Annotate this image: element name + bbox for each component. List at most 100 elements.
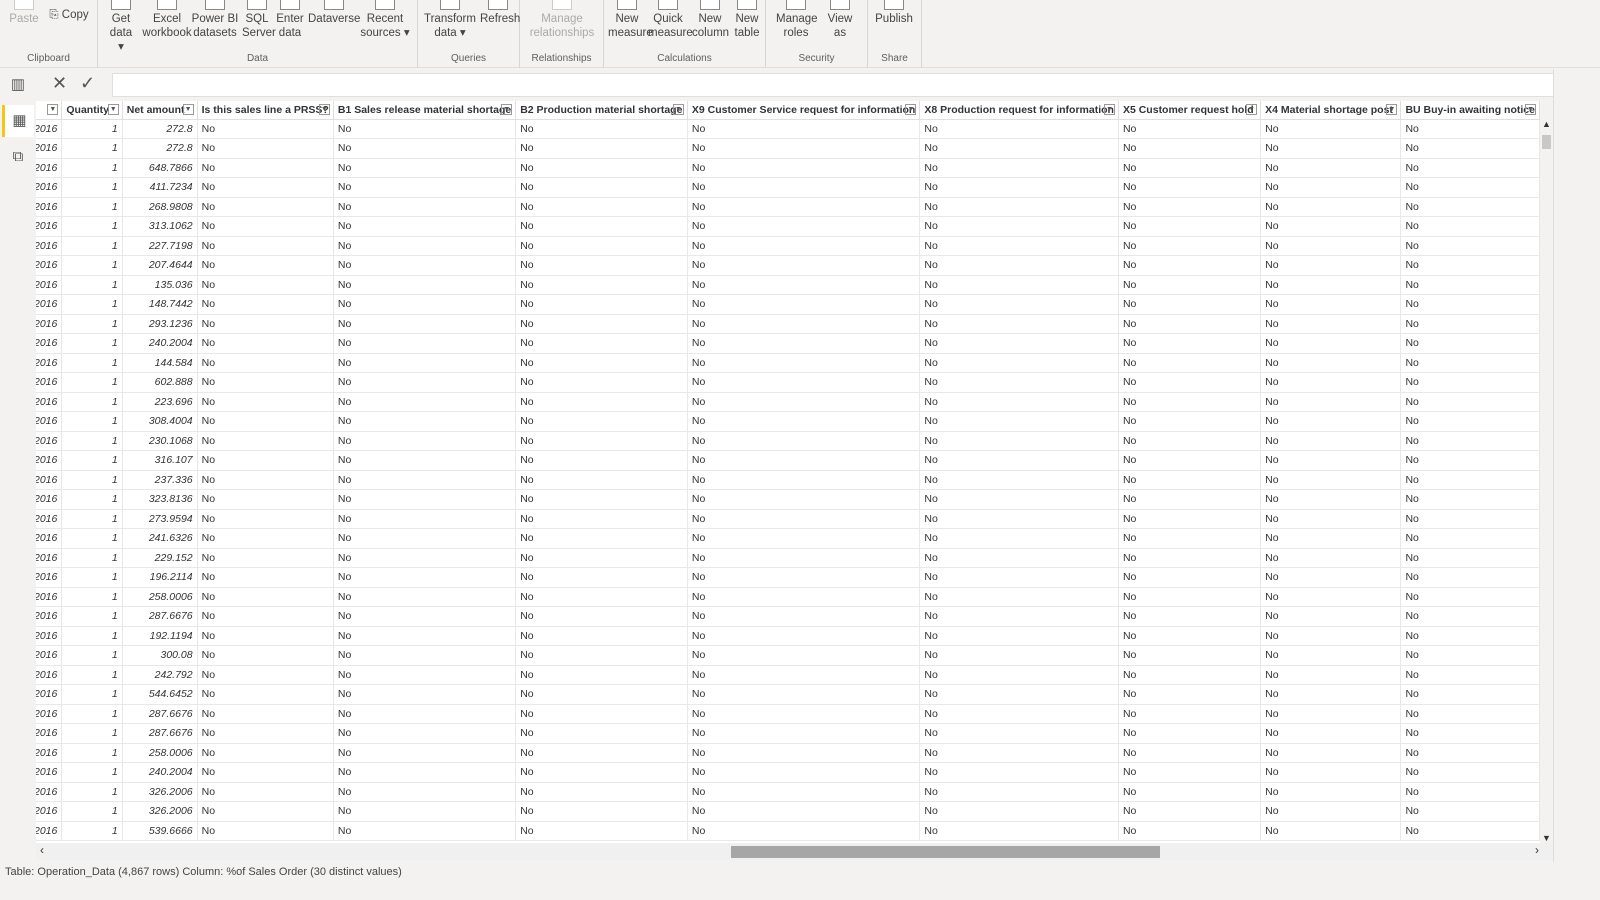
power-bi-datasets-button[interactable]: Power BI datasets — [190, 0, 240, 40]
column-header[interactable]: Net amount ▼ — [122, 101, 198, 120]
table-cell: No — [333, 723, 517, 744]
table-cell: 1 — [61, 411, 123, 432]
table-cell: No — [515, 587, 688, 607]
filter-dropdown-icon[interactable]: ▼ — [1103, 104, 1115, 115]
table-row: 2016 1 148.7442 No No No No No No No No — [36, 294, 1540, 315]
recent-sources-button[interactable]: Recent sources ▾ — [360, 0, 410, 40]
get-data-button[interactable]: Get data ▾ — [106, 0, 136, 54]
scroll-up-icon[interactable]: ▲ — [1540, 119, 1553, 129]
publish-button[interactable]: Publish — [874, 0, 914, 26]
column-title: X4 Material shortage post — [1265, 103, 1393, 116]
filter-dropdown-icon[interactable]: ▼ — [501, 104, 513, 115]
check-icon[interactable]: ✓ — [80, 73, 95, 94]
transform-data-button[interactable]: Transform data ▾ — [422, 0, 478, 40]
view-as-button[interactable]: View as — [822, 0, 858, 40]
enter-data-button[interactable]: Enter data — [276, 0, 304, 40]
table-cell: No — [515, 138, 688, 159]
table-cell: No — [687, 489, 921, 510]
table-cell: 326.2006 — [122, 801, 198, 822]
scroll-down-icon[interactable]: ▼ — [1540, 833, 1553, 843]
filter-dropdown-icon[interactable]: ▼ — [107, 104, 119, 115]
table-cell: No — [1260, 392, 1402, 412]
column-header[interactable]: X9 Customer Service request for informat… — [687, 101, 921, 120]
filter-dropdown-icon[interactable]: ▼ — [318, 104, 330, 115]
table-cell: 1 — [61, 489, 123, 510]
table-cell: 2016 — [36, 762, 63, 783]
vertical-scroll-thumb[interactable] — [1542, 135, 1551, 149]
ribbon-group-calculations: New measure Quick measure New column New ta… — [604, 0, 766, 68]
column-header[interactable]: B1 Sales release material shortage ▼ — [333, 101, 517, 120]
bar-chart-icon: ▥ — [10, 76, 26, 93]
table-cell: No — [687, 216, 921, 237]
model-view-button[interactable]: ⧉ — [2, 141, 34, 173]
filter-dropdown-icon[interactable]: ▼ — [182, 104, 194, 115]
table-cell: No — [1260, 762, 1402, 783]
table-cell: 1 — [61, 431, 123, 451]
formula-input[interactable] — [112, 73, 1586, 97]
table-cell: No — [919, 314, 1119, 334]
column-header[interactable]: X5 Customer request hold ▼ — [1118, 101, 1262, 120]
column-header[interactable]: Quantity ▼ — [61, 101, 123, 120]
vertical-scrollbar[interactable]: ▲ ▼ — [1540, 119, 1553, 843]
dataverse-button[interactable]: Dataverse — [308, 0, 360, 26]
report-view-button[interactable]: ▥ — [2, 69, 34, 101]
filter-dropdown-icon[interactable]: ▼ — [672, 104, 684, 115]
table-cell: 2016 — [36, 119, 63, 139]
table-cell: 1 — [61, 684, 123, 705]
paste-button[interactable]: Paste — [4, 0, 44, 26]
column-header[interactable]: BU Buy-in awaiting notice ▼ — [1400, 101, 1540, 120]
quick-measure-button[interactable]: Quick measure — [648, 0, 693, 40]
ribbon-icon — [830, 0, 850, 10]
table-cell: 2016 — [36, 314, 63, 334]
horizontal-scrollbar[interactable]: ‹ › — [36, 843, 1553, 860]
table-cell: No — [515, 314, 688, 334]
close-icon[interactable]: ✕ — [52, 73, 67, 94]
table-cell: 293.1236 — [122, 314, 198, 334]
column-header[interactable]: ▼ — [36, 101, 63, 120]
table-cell: No — [919, 431, 1119, 451]
new-table-button[interactable]: New table — [732, 0, 762, 40]
button-label: Manage relationships — [529, 13, 595, 39]
table-row: 2016 1 258.0006 No No No No No No No No — [36, 587, 1540, 607]
table-row: 2016 1 242.792 No No No No No No No No — [36, 665, 1540, 685]
filter-dropdown-icon[interactable]: ▼ — [1386, 104, 1398, 115]
new-column-button[interactable]: New column — [692, 0, 729, 40]
filter-dropdown-icon[interactable]: ▼ — [1525, 104, 1536, 115]
copy-button[interactable]: ⎘ Copy — [44, 8, 94, 22]
table-cell: No — [919, 216, 1119, 237]
table-cell: 240.2004 — [122, 762, 198, 783]
table-row: 2016 1 323.8136 No No No No No No No No — [36, 489, 1540, 510]
scroll-right-icon[interactable]: › — [1535, 843, 1539, 857]
table-cell: 1 — [61, 782, 123, 802]
filter-dropdown-icon[interactable]: ▼ — [905, 104, 917, 115]
scroll-left-icon[interactable]: ‹ — [40, 843, 44, 857]
table-cell: No — [515, 626, 688, 646]
table-cell: No — [1400, 158, 1540, 178]
horizontal-scroll-thumb[interactable] — [731, 846, 1160, 858]
table-row: 2016 1 223.696 No No No No No No No No — [36, 392, 1540, 412]
column-title: Net amount — [126, 103, 185, 116]
refresh-button[interactable]: Refresh — [480, 0, 520, 26]
table-cell: No — [1260, 723, 1402, 744]
filter-dropdown-icon[interactable]: ▼ — [47, 104, 59, 115]
column-header[interactable]: B2 Production material shortage ▼ — [515, 101, 688, 120]
new-measure-button[interactable]: New measure — [608, 0, 653, 40]
sql-server-button[interactable]: SQL Server — [242, 0, 276, 40]
data-view-button[interactable]: ▦ — [2, 105, 34, 137]
table-cell: No — [919, 470, 1119, 490]
excel-workbook-button[interactable]: Excel workbook — [142, 0, 192, 40]
column-header[interactable]: X8 Production request for information ▼ — [919, 101, 1119, 120]
table-cell: No — [333, 353, 517, 373]
table-cell: No — [919, 626, 1119, 646]
table-row: 2016 1 648.7866 No No No No No No No No — [36, 158, 1540, 178]
manage-roles-button[interactable]: Manage roles — [776, 0, 818, 40]
table-cell: No — [1260, 119, 1402, 139]
column-header[interactable]: X4 Material shortage post ▼ — [1260, 101, 1402, 120]
table-cell: No — [515, 743, 688, 763]
filter-dropdown-icon[interactable]: ▼ — [1246, 104, 1258, 115]
manage-relationships-button[interactable]: Manage relationships — [522, 0, 602, 40]
table-cell: 242.792 — [122, 665, 198, 685]
column-title: Quantity — [66, 103, 109, 116]
table-cell: 207.4644 — [122, 255, 198, 276]
column-header[interactable]: Is this sales line a PRSS? ▼ — [197, 101, 334, 120]
